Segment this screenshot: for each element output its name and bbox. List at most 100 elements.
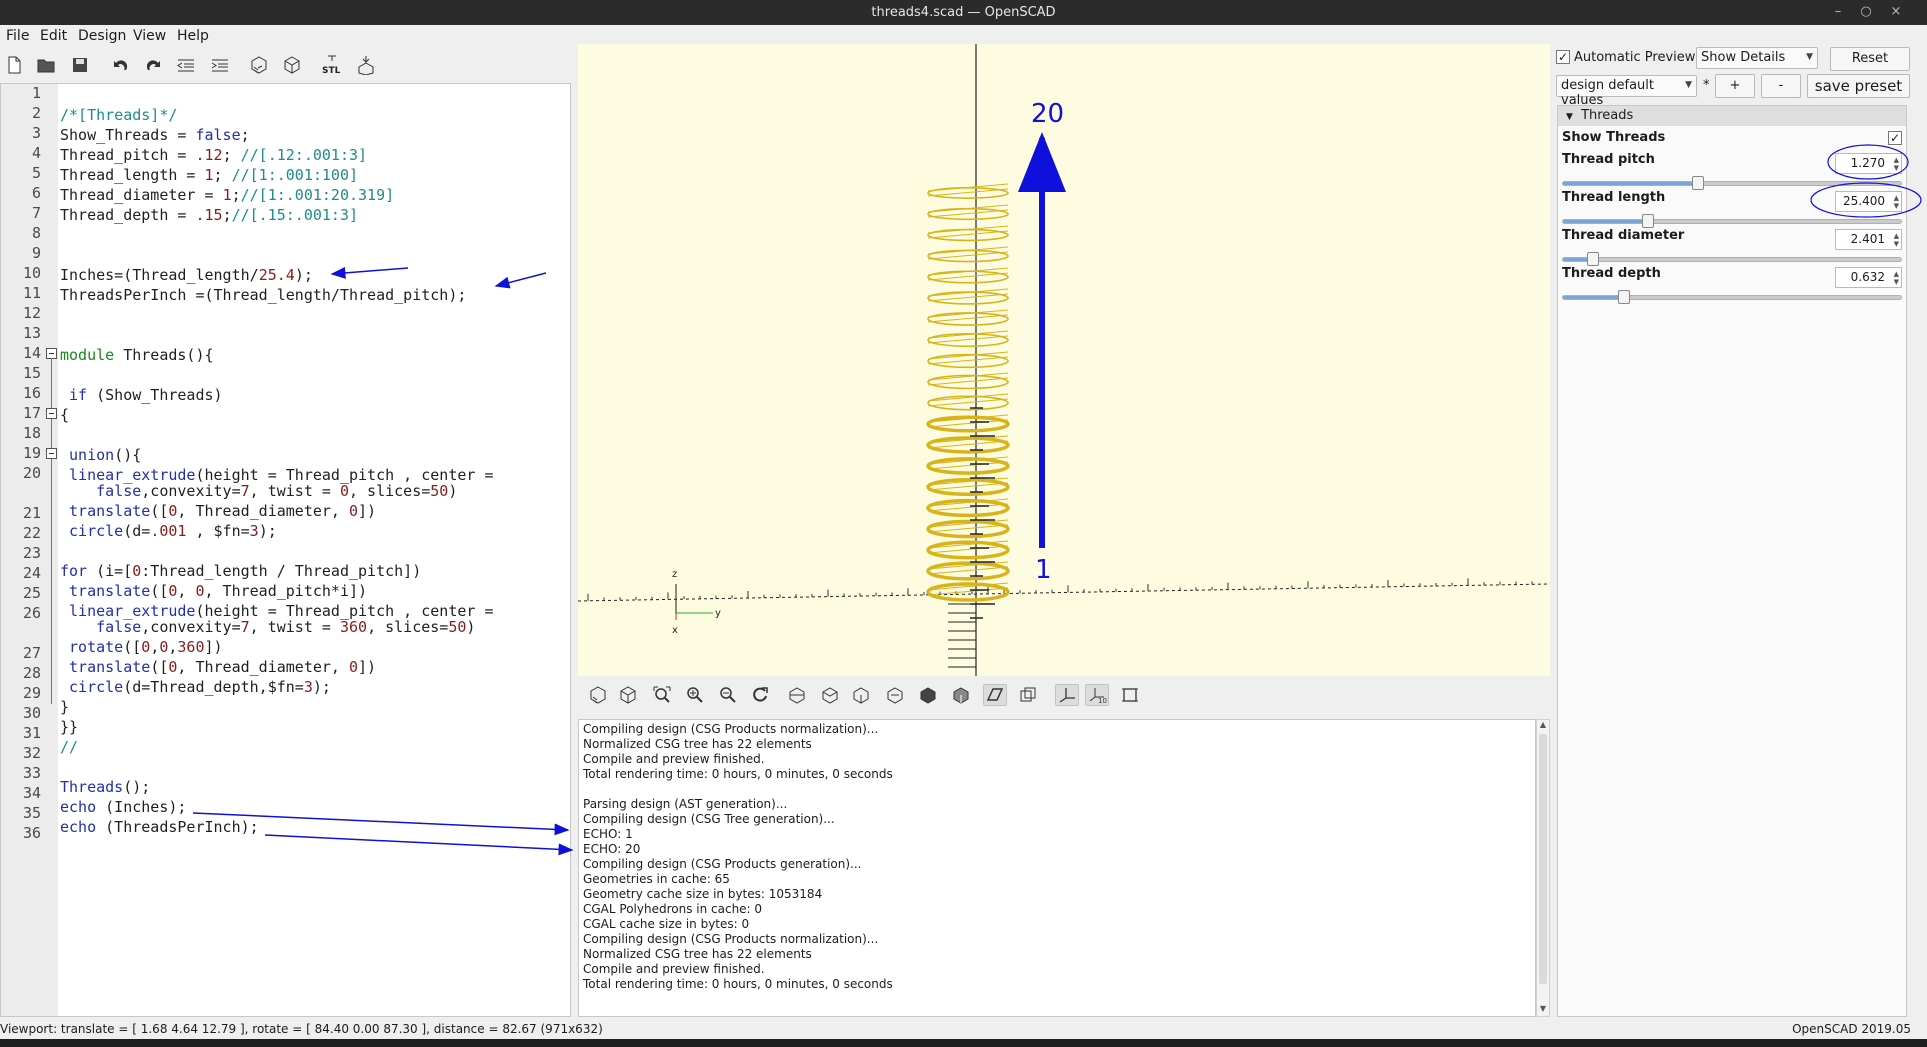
scroll-up-icon[interactable]: ▲ [1537, 720, 1549, 732]
menu-help[interactable]: Help [177, 28, 209, 44]
console-output[interactable]: Compiling design (CSG Products normaliza… [578, 719, 1536, 1017]
thread-depth-slider[interactable] [1562, 290, 1902, 304]
view-right-icon[interactable] [785, 684, 809, 706]
code-line[interactable]: { [60, 406, 69, 424]
zoom-in-icon[interactable] [683, 684, 707, 706]
render-icon[interactable] [280, 54, 304, 76]
code-line[interactable]: Inches=(Thread_length/25.4); [60, 266, 313, 284]
unindent-icon[interactable] [174, 54, 198, 76]
code-line[interactable]: echo (Inches); [60, 798, 186, 816]
show-scale-icon[interactable]: 10 [1085, 684, 1109, 706]
show-edges-icon[interactable] [1118, 684, 1142, 706]
thread-length-spinbox[interactable]: 25.400 ▲ ▼ [1835, 191, 1902, 212]
thread-diameter-spinbox[interactable]: 2.401 ▲ ▼ [1835, 229, 1902, 250]
code-line[interactable]: circle(d=Thread_depth,$fn=3); [60, 678, 331, 696]
fold-marker[interactable] [46, 348, 57, 359]
slider-handle[interactable] [1587, 252, 1600, 266]
show-threads-checkbox[interactable]: ✓ [1888, 131, 1902, 145]
menu-view[interactable]: View [133, 28, 166, 44]
model-render[interactable]: z y x [578, 44, 1550, 676]
save-icon[interactable] [68, 54, 92, 76]
menu-design[interactable]: Design [78, 28, 126, 44]
maximize-icon[interactable]: ○ [1856, 3, 1876, 21]
code-line[interactable]: ThreadsPerInch =(Thread_length/Thread_pi… [60, 286, 466, 304]
view-top-icon[interactable] [818, 684, 842, 706]
view-front-icon[interactable] [916, 684, 940, 706]
send-to-print-icon[interactable] [354, 54, 378, 76]
view-all-icon[interactable] [650, 684, 674, 706]
chevron-down-icon: ▼ [1685, 80, 1692, 90]
code-line[interactable]: false,convexity=7, twist = 360, slices=5… [60, 618, 475, 636]
view-back-icon[interactable] [949, 684, 973, 706]
thread-pitch-slider[interactable] [1562, 176, 1902, 190]
open-icon[interactable] [34, 54, 58, 76]
console-line: Compiling design (CSG Tree generation)..… [583, 812, 835, 826]
menu-edit[interactable]: Edit [40, 28, 67, 44]
console-scrollbar[interactable]: ▲ ▼ [1536, 719, 1550, 1017]
menu-file[interactable]: File [6, 28, 29, 44]
code-line[interactable]: Thread_length = 1; //[1:.001:100] [60, 166, 358, 184]
scrollbar-thumb[interactable] [1539, 734, 1547, 984]
code-line[interactable]: Threads(); [60, 778, 150, 796]
preset-select[interactable]: design default values ▼ [1556, 75, 1697, 108]
code-line[interactable]: echo (ThreadsPerInch); [60, 818, 259, 836]
code-line[interactable]: translate([0, 0, Thread_pitch*i]) [60, 582, 367, 600]
zoom-out-icon[interactable] [716, 684, 740, 706]
thread-depth-spinbox[interactable]: 0.632 ▲ ▼ [1835, 267, 1902, 288]
fold-marker[interactable] [46, 408, 57, 419]
line-number: 4 [31, 144, 41, 162]
preview-icon[interactable] [247, 54, 271, 76]
code-line[interactable]: union(){ [60, 446, 141, 464]
line-number: 23 [22, 544, 41, 562]
code-line[interactable]: // [60, 738, 78, 756]
fold-marker[interactable] [46, 448, 57, 459]
code-line[interactable]: /*[Threads]*/ [60, 106, 177, 124]
thread-pitch-spinbox[interactable]: 1.270 ▲ ▼ [1835, 153, 1902, 174]
view-bottom-icon[interactable] [849, 684, 873, 706]
save-preset-button[interactable]: save preset [1807, 74, 1910, 98]
scroll-down-icon[interactable]: ▼ [1537, 1004, 1549, 1016]
code-line[interactable]: Thread_diameter = 1;//[1:.001:20.319] [60, 186, 394, 204]
show-axes-icon[interactable] [1055, 684, 1079, 706]
remove-preset-button[interactable]: - [1761, 74, 1801, 98]
code-line[interactable]: translate([0, Thread_diameter, 0]) [60, 658, 376, 676]
3d-viewport[interactable]: z y x [578, 44, 1550, 676]
orthogonal-icon[interactable] [1016, 684, 1040, 706]
code-line[interactable]: module Threads(){ [60, 346, 214, 364]
automatic-preview-checkbox[interactable]: ✓ [1556, 50, 1570, 64]
code-line[interactable]: false,convexity=7, twist = 0, slices=50) [60, 482, 457, 500]
group-threads-header[interactable]: ▼ Threads [1558, 106, 1906, 126]
details-select[interactable]: Show Details ▼ [1696, 47, 1818, 69]
code-line[interactable]: for (i=[0:Thread_length / Thread_pitch]) [60, 562, 421, 580]
code-line[interactable]: rotate([0,0,360]) [60, 638, 223, 656]
code-line[interactable]: Thread_depth = .15;//[.15:.001:3] [60, 206, 358, 224]
render-icon[interactable] [616, 684, 640, 706]
code-line[interactable]: Thread_pitch = .12; //[.12:.001:3] [60, 146, 367, 164]
redo-icon[interactable] [142, 54, 166, 76]
minimize-icon[interactable]: – [1828, 3, 1848, 21]
slider-handle[interactable] [1641, 214, 1654, 228]
new-icon[interactable] [2, 54, 26, 76]
reset-button[interactable]: Reset [1830, 47, 1910, 71]
code-line[interactable]: } [60, 698, 69, 716]
preview-icon[interactable] [586, 684, 610, 706]
code-line[interactable]: circle(d=.001 , $fn=3); [60, 522, 277, 540]
thread-diameter-slider[interactable] [1562, 252, 1902, 266]
close-icon[interactable]: × [1886, 3, 1906, 21]
code-editor[interactable]: 1 2 3 4 5 6 7 8 9 10 11 12 13 14 15 16 1… [0, 83, 571, 1017]
code-line[interactable]: }} [60, 718, 78, 736]
reset-view-icon[interactable] [748, 684, 772, 706]
code-line[interactable]: Show_Threads = false; [60, 126, 250, 144]
console-line: Compiling design (CSG Products generatio… [583, 857, 862, 871]
indent-icon[interactable] [208, 54, 232, 76]
code-line[interactable]: if (Show_Threads) [60, 386, 223, 404]
view-left-icon[interactable] [883, 684, 907, 706]
thread-length-slider[interactable] [1562, 214, 1902, 228]
code-line[interactable]: translate([0, Thread_diameter, 0]) [60, 502, 376, 520]
perspective-icon[interactable] [983, 684, 1007, 706]
add-preset-button[interactable]: + [1715, 74, 1755, 98]
undo-icon[interactable] [108, 54, 132, 76]
slider-handle[interactable] [1617, 290, 1630, 304]
slider-handle[interactable] [1692, 176, 1705, 190]
export-stl-icon[interactable]: STL [320, 54, 344, 76]
